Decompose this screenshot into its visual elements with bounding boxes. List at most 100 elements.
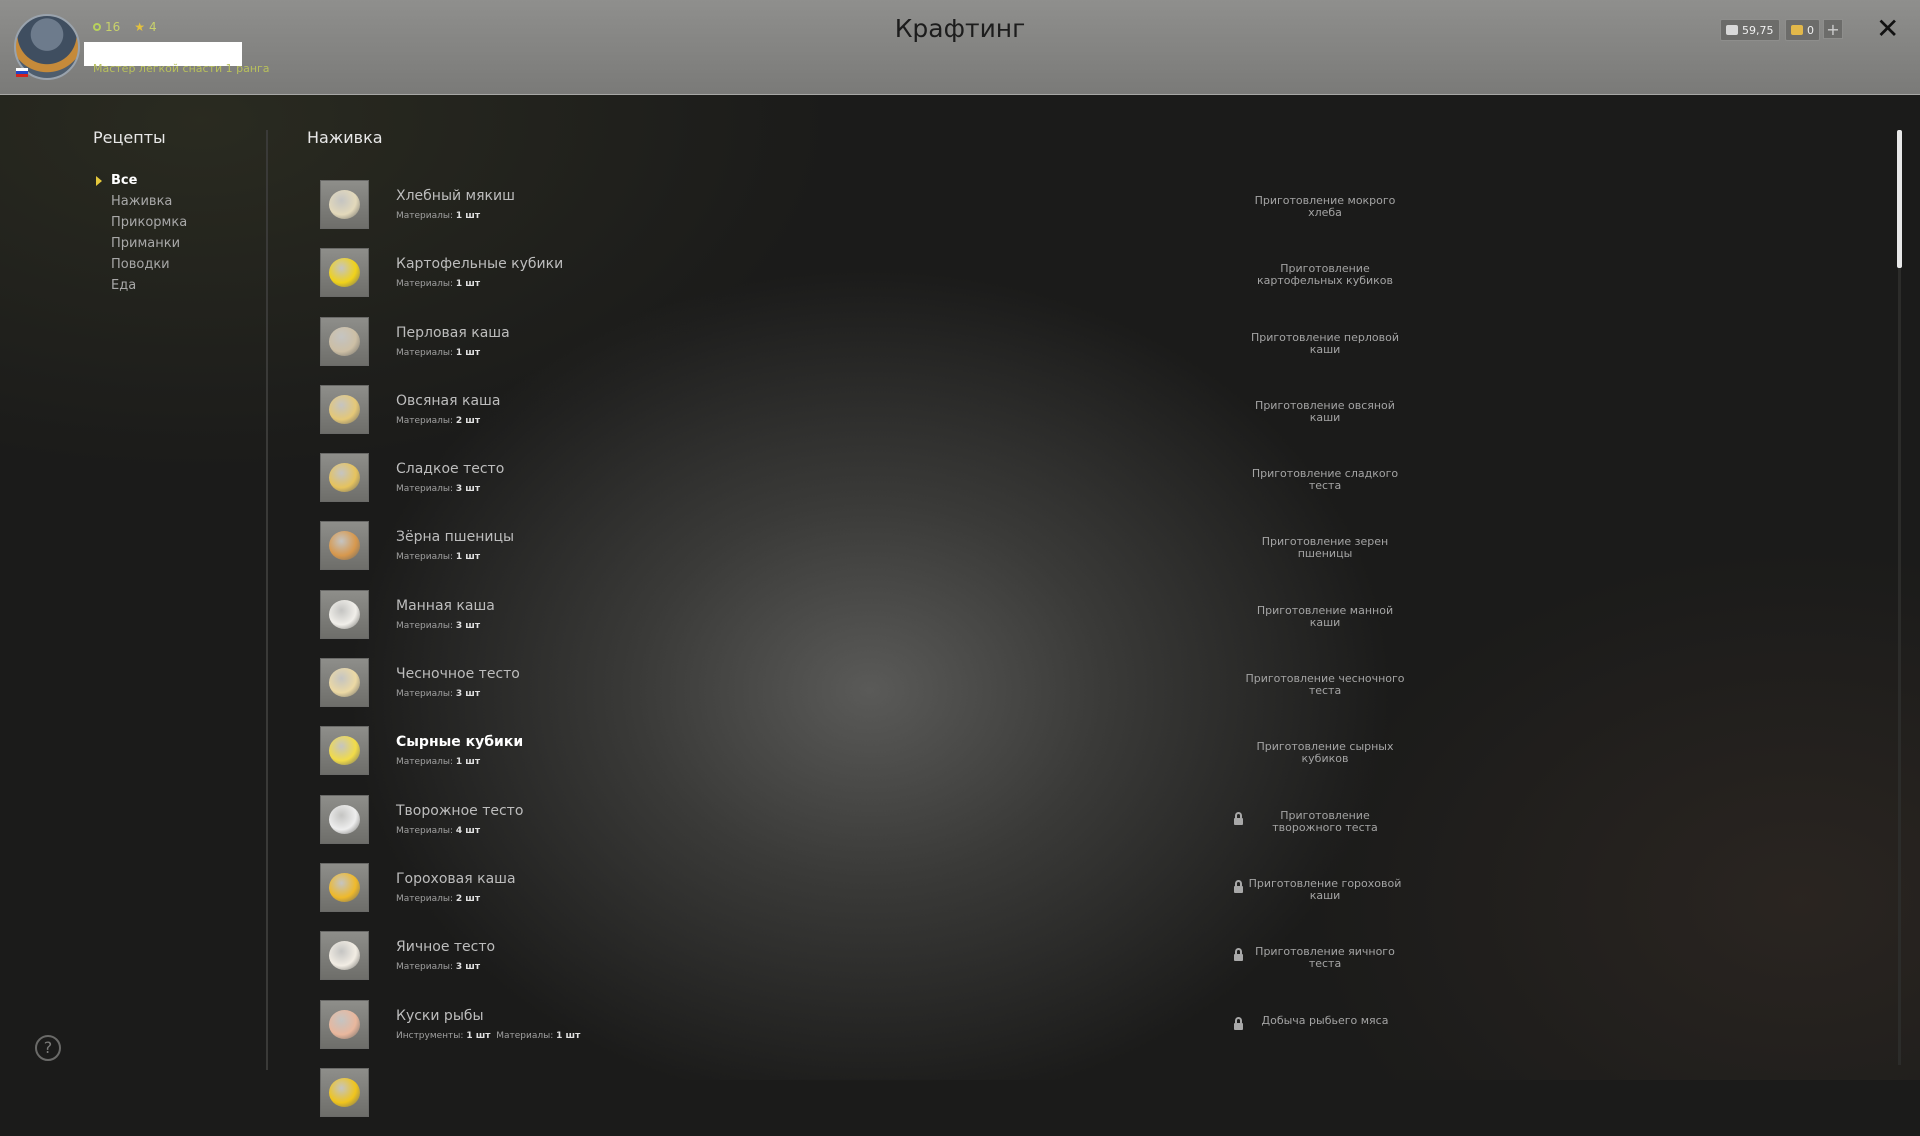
recipe-row[interactable]: Манная каша Материалы: 3 шт Приготовлени… [320, 589, 1420, 658]
recipe-materials: Материалы: 1 шт [396, 211, 480, 221]
recipe-thumbnail [320, 658, 369, 708]
materials-value: 1 шт [455, 211, 481, 221]
materials-value: 2 шт [455, 415, 481, 426]
gold-coin-icon [1791, 25, 1803, 35]
tools-label: Инструменты: [396, 1030, 464, 1041]
lock-icon [1234, 879, 1243, 893]
recipe-skill: Приготовление манной каши [1256, 603, 1394, 629]
tools-value: 1 шт [466, 1030, 491, 1041]
recipe-materials: Материалы: 1 шт [396, 348, 480, 358]
materials-value: 3 шт [455, 484, 481, 495]
recipe-materials: Инструменты: 1 шт Материалы: 1 шт [396, 1031, 580, 1041]
section-title: Наживка [307, 128, 383, 147]
selected-arrow-icon [96, 176, 102, 186]
materials-value: 3 шт [455, 689, 481, 700]
recipe-thumbnail [320, 248, 369, 298]
recipe-skill: Приготовление яичного теста [1255, 945, 1395, 971]
recipe-row[interactable]: Картофельные кубики Материалы: 1 шт Приг… [320, 248, 1420, 316]
recipe-row[interactable] [320, 1067, 1420, 1136]
divider [266, 130, 268, 1070]
recipe-thumbnail [320, 794, 369, 844]
recipe-thumbnail [320, 1067, 369, 1117]
materials-label: Материалы: [396, 484, 454, 495]
materials-label: Материалы: [396, 347, 454, 358]
nav-item-label: Все [111, 173, 138, 188]
recipe-thumbnail [320, 589, 369, 639]
recipe-name: Гороховая каша [396, 870, 516, 887]
lock-icon [1234, 948, 1243, 962]
recipe-materials: Материалы: 3 шт [396, 621, 480, 631]
food-icon [329, 736, 360, 766]
materials-value: 1 шт [455, 552, 481, 563]
recipe-name: Манная каша [396, 597, 495, 614]
top-bar: 16 ★ 4 Мастер легкой снасти 1 ранга Крафт… [0, 0, 1920, 95]
food-icon [329, 872, 360, 902]
recipe-row[interactable]: Куски рыбы Инструменты: 1 шт Материалы: … [320, 999, 1420, 1068]
recipe-name: Яичное тесто [396, 939, 496, 956]
recipe-name: Сладкое тесто [396, 461, 505, 478]
recipe-materials: Материалы: 2 шт [396, 416, 480, 426]
recipe-row[interactable]: Сладкое тесто Материалы: 3 шт Приготовле… [320, 453, 1420, 521]
recipe-skill: Приготовление чесночного теста [1245, 672, 1405, 698]
nav-item-leaders[interactable]: Поводки [111, 254, 187, 275]
materials-label: Материалы: [396, 415, 454, 426]
nav-item-food[interactable]: Еда [111, 275, 187, 296]
nav-item-all[interactable]: Все [96, 170, 187, 191]
recipe-materials: Материалы: 3 шт [396, 962, 480, 972]
recipe-row[interactable]: Хлебный мякиш Материалы: 1 шт Приготовле… [320, 180, 1420, 248]
food-icon [329, 190, 360, 219]
recipe-name: Куски рыбы [396, 1007, 484, 1024]
recipe-thumbnail [320, 931, 369, 981]
recipe-skill: Приготовление картофельных кубиков [1256, 262, 1394, 288]
recipe-row[interactable]: Яичное тесто Материалы: 3 шт Приготовлен… [320, 931, 1420, 999]
add-currency-button[interactable]: + [1823, 19, 1843, 39]
recipe-name: Перловая каша [396, 324, 510, 341]
page-title: Крафтинг [894, 14, 1026, 43]
recipe-thumbnail [320, 180, 369, 229]
recipes-heading: Рецепты [93, 128, 166, 147]
materials-value: 1 шт [556, 1030, 581, 1041]
materials-label: Материалы: [396, 825, 454, 836]
recipe-row[interactable]: Чесночное тесто Материалы: 3 шт Приготов… [320, 658, 1420, 726]
food-icon [329, 804, 360, 834]
scrollbar-thumb[interactable] [1897, 130, 1902, 268]
recipe-name: Творожное тесто [396, 802, 524, 819]
nav-item-groundbait[interactable]: Прикормка [111, 212, 187, 233]
nav-item-bait[interactable]: Наживка [111, 191, 187, 212]
food-icon [329, 1077, 360, 1107]
scrollbar-track[interactable] [1898, 130, 1901, 1065]
recipe-skill: Приготовление овсяной каши [1255, 398, 1395, 424]
recipe-skill: Приготовление гороховой каши [1248, 876, 1402, 902]
materials-label: Материалы: [396, 552, 454, 563]
recipe-materials: Материалы: 2 шт [396, 894, 480, 904]
close-button[interactable]: ✕ [1876, 14, 1899, 44]
materials-label: Материалы: [396, 211, 454, 221]
materials-label: Материалы: [396, 279, 454, 290]
recipe-thumbnail [320, 453, 369, 503]
recipe-row[interactable]: Овсяная каша Материалы: 2 шт Приготовлен… [320, 384, 1420, 453]
recipe-materials: Материалы: 3 шт [396, 484, 480, 494]
help-icon[interactable]: ? [35, 1035, 61, 1061]
category-nav: Все Наживка Прикормка Приманки Поводки Е… [96, 170, 187, 296]
recipe-row[interactable]: Перловая каша Материалы: 1 шт Приготовле… [320, 316, 1420, 385]
recipe-materials: Материалы: 1 шт [396, 757, 480, 767]
food-icon [329, 463, 360, 493]
lock-icon [1234, 811, 1243, 825]
recipe-thumbnail [320, 384, 369, 434]
food-icon [329, 258, 360, 288]
recipe-row[interactable]: Творожное тесто Материалы: 4 шт Приготов… [320, 794, 1420, 863]
recipe-row[interactable]: Гороховая каша Материалы: 2 шт Приготовл… [320, 862, 1420, 931]
recipe-skill: Приготовление творожного теста [1272, 808, 1378, 834]
materials-value: 1 шт [455, 757, 481, 768]
gold-balance: 0 [1785, 19, 1820, 41]
materials-label: Материалы: [396, 962, 454, 973]
nav-item-lures[interactable]: Приманки [111, 233, 187, 254]
recipe-row[interactable]: Зёрна пшеницы Материалы: 1 шт Приготовле… [320, 521, 1420, 589]
recipe-name: Сырные кубики [396, 734, 524, 751]
recipe-name: Хлебный мякиш [396, 188, 515, 204]
food-icon [329, 599, 360, 629]
materials-label: Материалы: [396, 620, 454, 631]
recipe-name: Чесночное тесто [396, 666, 520, 683]
food-icon [329, 668, 360, 698]
recipe-row[interactable]: Сырные кубики Материалы: 1 шт Приготовле… [320, 726, 1420, 794]
